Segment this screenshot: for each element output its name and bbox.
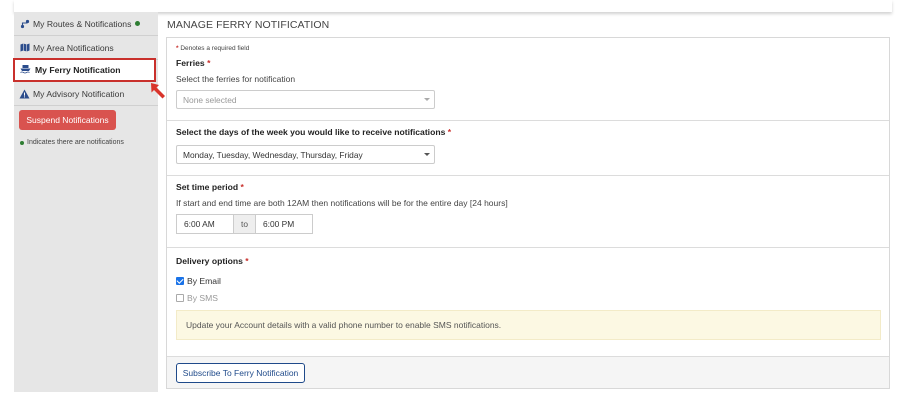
page-title: MANAGE FERRY NOTIFICATION bbox=[167, 19, 330, 31]
required-asterisk: * bbox=[245, 256, 249, 266]
sidebar-item-area[interactable]: My Area Notifications bbox=[14, 36, 158, 60]
ferries-help: Select the ferries for notification bbox=[176, 74, 296, 84]
chevron-down-icon bbox=[424, 153, 430, 156]
required-asterisk: * bbox=[447, 127, 452, 137]
sidebar: My Routes & Notifications My Area Notifi… bbox=[13, 12, 158, 392]
delivery-label: Delivery options * bbox=[176, 256, 249, 266]
days-label: Select the days of the week you would li… bbox=[176, 127, 452, 137]
warning-icon bbox=[19, 88, 30, 99]
email-option[interactable]: By Email bbox=[176, 276, 221, 286]
ferries-select[interactable]: None selected bbox=[176, 90, 435, 109]
time-help: If start and end time are both 12AM then… bbox=[176, 198, 508, 208]
required-asterisk: * bbox=[207, 58, 211, 68]
required-note: * Denotes a required field bbox=[176, 45, 250, 52]
time-to-label: to bbox=[234, 214, 255, 234]
sidebar-item-label: My Area Notifications bbox=[33, 42, 114, 53]
required-asterisk: * bbox=[240, 182, 244, 192]
time-label: Set time period * bbox=[176, 182, 244, 192]
time-section: Set time period * If start and end time … bbox=[167, 176, 889, 248]
start-time-input[interactable]: 6:00 AM bbox=[176, 214, 234, 234]
ferries-section: * Denotes a required field Ferries * Sel… bbox=[167, 38, 889, 121]
required-asterisk: * bbox=[176, 45, 179, 52]
sms-checkbox bbox=[176, 294, 184, 302]
sms-alert: Update your Account details with a valid… bbox=[176, 310, 881, 340]
notification-dot bbox=[20, 140, 24, 145]
days-select[interactable]: Monday, Tuesday, Wednesday, Thursday, Fr… bbox=[176, 145, 435, 164]
ferry-icon bbox=[20, 64, 31, 76]
days-section: Select the days of the week you would li… bbox=[167, 121, 889, 176]
sidebar-item-label: My Ferry Notification bbox=[35, 65, 121, 75]
form-footer: Subscribe To Ferry Notification bbox=[167, 356, 889, 388]
map-icon bbox=[19, 42, 30, 53]
legend-text: Indicates there are notifications bbox=[27, 139, 124, 146]
chevron-down-icon bbox=[424, 98, 430, 101]
notification-dot bbox=[135, 21, 141, 26]
end-time-input[interactable]: 6:00 PM bbox=[255, 214, 313, 234]
ferry-notification-form: * Denotes a required field Ferries * Sel… bbox=[166, 37, 890, 389]
sidebar-item-label: My Routes & Notifications bbox=[33, 18, 132, 29]
sidebar-item-routes[interactable]: My Routes & Notifications bbox=[14, 12, 158, 36]
notification-legend: Indicates there are notifications bbox=[20, 139, 124, 146]
routes-icon bbox=[19, 18, 30, 29]
ferries-label: Ferries * bbox=[176, 58, 211, 68]
sidebar-item-advisory[interactable]: My Advisory Notification bbox=[14, 82, 158, 106]
subscribe-button[interactable]: Subscribe To Ferry Notification bbox=[176, 363, 305, 383]
suspend-notifications-button[interactable]: Suspend Notifications bbox=[19, 110, 116, 130]
top-bar bbox=[14, 0, 892, 12]
sidebar-item-ferry[interactable]: My Ferry Notification bbox=[13, 58, 156, 82]
sms-option: By SMS bbox=[176, 293, 218, 303]
sidebar-item-label: My Advisory Notification bbox=[33, 88, 125, 99]
email-checkbox[interactable] bbox=[176, 277, 184, 285]
